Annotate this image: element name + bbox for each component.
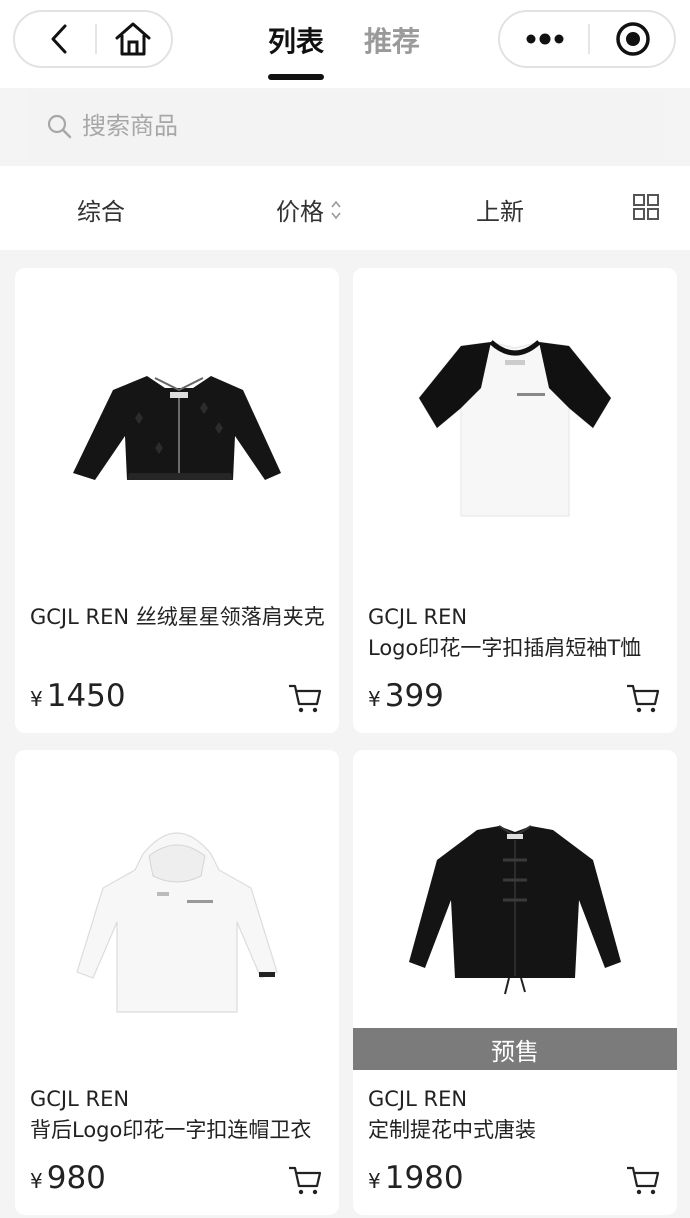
product-brand: GCJL REN xyxy=(368,1087,468,1111)
cart-icon[interactable] xyxy=(287,680,323,716)
cart-icon[interactable] xyxy=(625,680,661,716)
sort-arrows-icon xyxy=(331,200,341,219)
product-card[interactable]: GCJL REN 背后Logo印花一字扣连帽卫衣 ¥ 980 xyxy=(15,750,339,1215)
sort-newest[interactable]: 上新 xyxy=(476,192,524,227)
product-image-hoodie xyxy=(15,750,339,1070)
nav-capsule-right xyxy=(498,10,676,68)
home-icon xyxy=(115,22,151,56)
cart-icon[interactable] xyxy=(625,1162,661,1198)
capsule-divider xyxy=(588,24,590,54)
currency-symbol: ¥ xyxy=(368,1169,381,1193)
back-button[interactable] xyxy=(29,12,89,66)
search-bar[interactable] xyxy=(28,90,664,162)
product-card[interactable]: GCJL REN Logo印花一字扣插肩短袖T恤 ¥ 399 xyxy=(353,268,677,733)
product-price: ¥ 399 xyxy=(368,678,444,714)
sort-bar: 综合 价格 上新 xyxy=(0,166,690,250)
product-price: ¥ 1450 xyxy=(30,678,126,714)
product-name: GCJL REN 定制提花中式唐装 xyxy=(368,1084,666,1146)
nav-capsule-left xyxy=(13,10,173,68)
presale-badge: 预售 xyxy=(353,1028,677,1070)
product-price: ¥ 1980 xyxy=(368,1160,464,1196)
sort-composite[interactable]: 综合 xyxy=(77,192,125,227)
tab-recommend[interactable]: 推荐 xyxy=(364,20,420,60)
cart-icon[interactable] xyxy=(287,1162,323,1198)
active-tab-indicator xyxy=(268,74,324,80)
currency-symbol: ¥ xyxy=(30,1169,43,1193)
currency-symbol: ¥ xyxy=(30,687,43,711)
close-miniprogram-button[interactable] xyxy=(598,12,668,66)
product-brand: GCJL REN xyxy=(30,1087,130,1111)
product-title: 背后Logo印花一字扣连帽卫衣 xyxy=(30,1118,312,1142)
sort-price[interactable]: 价格 xyxy=(276,192,342,227)
target-circle-icon xyxy=(616,22,650,56)
sort-composite-label: 综合 xyxy=(77,198,125,226)
top-bar: 列表 推荐 xyxy=(0,0,690,88)
price-value: 980 xyxy=(46,1160,106,1196)
product-name: GCJL REN Logo印花一字扣插肩短袖T恤 xyxy=(368,602,666,664)
sort-price-label: 价格 xyxy=(276,198,324,226)
product-price: ¥ 980 xyxy=(30,1160,106,1196)
grid-layout-icon[interactable] xyxy=(632,193,660,221)
more-button[interactable] xyxy=(510,12,580,66)
product-card[interactable]: 预售 GCJL REN 定制提花中式唐装 ¥ 1980 xyxy=(353,750,677,1215)
product-title: Logo印花一字扣插肩短袖T恤 xyxy=(368,636,642,660)
search-input[interactable] xyxy=(80,111,644,141)
capsule-divider xyxy=(95,24,97,54)
currency-symbol: ¥ xyxy=(368,687,381,711)
tab-list[interactable]: 列表 xyxy=(268,20,324,60)
product-brand: GCJL REN xyxy=(368,605,468,629)
product-name: GCJL REN 背后Logo印花一字扣连帽卫衣 xyxy=(30,1084,328,1146)
home-button[interactable] xyxy=(103,12,163,66)
chevron-left-icon xyxy=(51,24,67,54)
more-dots-icon xyxy=(526,33,564,45)
search-icon xyxy=(47,114,72,139)
product-name: GCJL REN 丝绒星星领落肩夹克 xyxy=(30,605,325,629)
product-image-tshirt xyxy=(353,268,677,588)
product-card[interactable]: GCJL REN 丝绒星星领落肩夹克 ¥ 1450 xyxy=(15,268,339,733)
price-value: 1980 xyxy=(384,1160,464,1196)
price-value: 1450 xyxy=(46,678,126,714)
sort-newest-label: 上新 xyxy=(476,198,524,226)
price-value: 399 xyxy=(384,678,444,714)
product-image-jacket xyxy=(15,268,339,588)
product-image-tang-suit xyxy=(353,750,677,1070)
product-title: 定制提花中式唐装 xyxy=(368,1118,536,1142)
